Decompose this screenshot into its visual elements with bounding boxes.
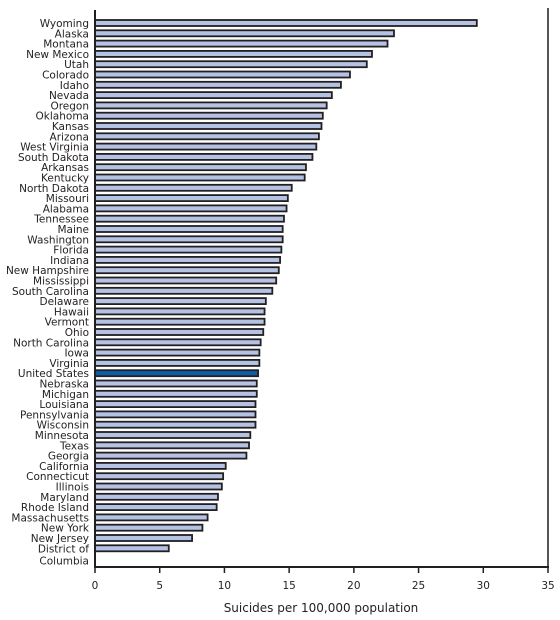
- x-tick-label: 30: [477, 580, 490, 592]
- category-labels: WyomingAlaskaMontanaNew MexicoUtahColora…: [6, 18, 90, 567]
- bar-mississippi: [94, 276, 278, 285]
- x-tick-label: 0: [92, 580, 99, 592]
- bar-california: [94, 461, 227, 470]
- bar-virginia: [94, 358, 261, 367]
- x-tick-label: 20: [347, 580, 360, 592]
- x-tick-label: 25: [412, 580, 425, 592]
- bar-wyoming: [94, 19, 478, 27]
- bar-texas: [94, 441, 250, 450]
- bar-maine: [94, 225, 284, 233]
- bar-alaska: [94, 29, 395, 38]
- bar-utah: [94, 60, 368, 69]
- bar-nebraska: [94, 379, 258, 388]
- bar-hawaii: [94, 307, 266, 316]
- bar-oklahoma: [94, 111, 324, 120]
- bar-florida: [94, 245, 283, 254]
- bar-pennsylvania: [94, 410, 257, 419]
- state-suicide-rate-bar-chart: WyomingAlaskaMontanaNew MexicoUtahColora…: [6, 8, 555, 615]
- bar-arizona: [94, 132, 320, 141]
- bar-ohio: [94, 328, 265, 336]
- x-ticks: 0 5 10 15 20 25 30 35: [92, 567, 555, 592]
- bar-washington: [94, 235, 284, 244]
- bar-idaho: [94, 80, 342, 89]
- bar-south-carolina: [94, 286, 274, 295]
- bar-maryland: [94, 492, 219, 501]
- x-tick-label: 5: [156, 580, 163, 592]
- bar-georgia: [94, 451, 248, 460]
- bar-connecticut: [94, 472, 225, 481]
- category-label: District of Columbia: [38, 543, 89, 567]
- x-tick-label: 10: [218, 580, 231, 592]
- bar-district-of-columbia: [94, 544, 170, 553]
- bar-indiana: [94, 255, 281, 264]
- bar-new-jersey: [94, 534, 193, 542]
- bar-nevada: [94, 91, 333, 99]
- bar-new-hampshire: [94, 266, 280, 275]
- bar-alabama: [94, 204, 288, 213]
- bar-north-dakota: [94, 183, 293, 192]
- bar-new-york: [94, 523, 204, 532]
- bar-minnesota: [94, 431, 252, 439]
- bar-rhode-island: [94, 503, 218, 512]
- bar-michigan: [94, 389, 258, 398]
- bar-wisconsin: [94, 420, 257, 429]
- bar-vermont: [94, 317, 266, 326]
- x-tick-label: 35: [541, 580, 554, 592]
- x-tick-label: 15: [282, 580, 295, 592]
- bars: [94, 19, 478, 553]
- bar-colorado: [94, 70, 351, 79]
- x-axis-label: Suicides per 100,000 population: [224, 601, 419, 615]
- bar-oregon: [94, 101, 328, 110]
- bar-massachusetts: [94, 513, 209, 522]
- bar-iowa: [94, 348, 261, 357]
- bar-united-states: [94, 369, 259, 378]
- bar-west-virginia: [94, 142, 318, 151]
- bar-north-carolina: [94, 338, 262, 347]
- bar-louisiana: [94, 400, 257, 409]
- bar-new-mexico: [94, 50, 373, 58]
- bar-illinois: [94, 482, 223, 491]
- bar-south-dakota: [94, 152, 314, 161]
- bar-arkansas: [94, 163, 307, 172]
- bar-missouri: [94, 194, 289, 203]
- bar-kansas: [94, 122, 323, 130]
- bar-delaware: [94, 297, 267, 306]
- bar-kentucky: [94, 173, 306, 182]
- bar-tennessee: [94, 214, 285, 223]
- bar-montana: [94, 39, 389, 48]
